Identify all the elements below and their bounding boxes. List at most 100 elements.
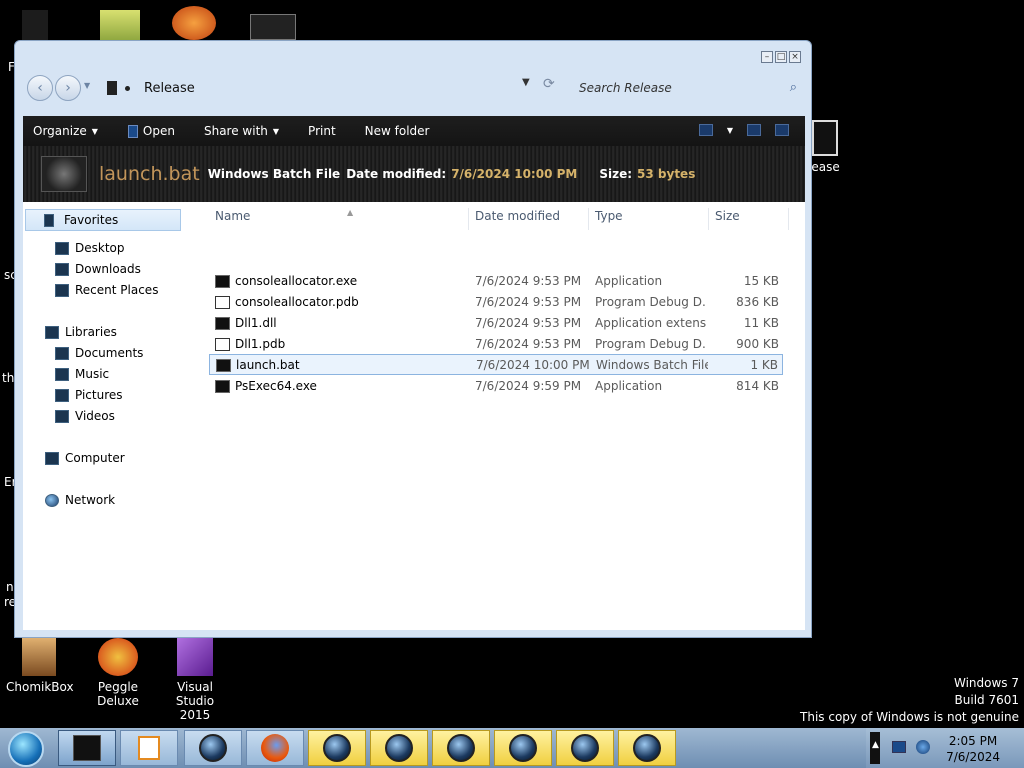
nav-label: Libraries xyxy=(65,325,117,339)
table-row[interactable]: Dll1.dll 7/6/2024 9:53 PM Application ex… xyxy=(209,313,783,334)
refresh-icon[interactable]: ⟳ xyxy=(543,76,555,92)
taskbar-button-app[interactable] xyxy=(308,730,366,766)
nav-label: Downloads xyxy=(75,262,141,276)
taskbar-button-explorer[interactable] xyxy=(58,730,116,766)
preview-pane-icon[interactable] xyxy=(747,124,761,136)
open-label: Open xyxy=(142,124,175,138)
desktop-icon-top-3[interactable] xyxy=(172,6,216,40)
address-path[interactable]: Release xyxy=(144,81,195,96)
videos-icon xyxy=(55,409,69,423)
nav-item-recent-places[interactable]: Recent Places xyxy=(55,283,158,297)
table-row[interactable]: consoleallocator.pdb 7/6/2024 9:53 PM Pr… xyxy=(209,292,783,313)
close-icon[interactable]: × xyxy=(789,51,801,63)
share-with-label: Share with xyxy=(203,124,268,138)
pdb-file-icon xyxy=(215,337,230,351)
desktop-icon-peggle[interactable]: Peggle Deluxe xyxy=(80,638,156,708)
desktop-icon-top-4[interactable] xyxy=(250,14,296,40)
table-row-selected[interactable]: launch.bat 7/6/2024 10:00 PM Windows Bat… xyxy=(209,354,783,375)
app-globe-icon xyxy=(633,734,661,762)
print-button[interactable]: Print xyxy=(308,124,336,138)
column-header-type[interactable]: Type xyxy=(589,208,709,230)
desktop-icon-chomikbox[interactable]: ChomikBox xyxy=(6,638,74,694)
desktop-icon-label: lease xyxy=(808,160,840,174)
nav-item-desktop[interactable]: Desktop xyxy=(55,241,125,255)
nav-item-libraries[interactable]: Libraries xyxy=(45,325,117,339)
nav-item-pictures[interactable]: Pictures xyxy=(55,388,123,402)
nav-label: Network xyxy=(65,493,116,507)
taskbar-button-app[interactable] xyxy=(432,730,490,766)
action-center-icon[interactable] xyxy=(892,741,906,753)
nav-item-favorites[interactable]: Favorites xyxy=(25,209,181,231)
desktop-icon-visual-studio[interactable]: Visual Studio 2015 xyxy=(160,638,230,722)
music-icon xyxy=(55,367,69,381)
firefox-icon xyxy=(261,734,289,762)
file-date: 7/6/2024 9:53 PM xyxy=(475,337,582,351)
open-button[interactable]: Open xyxy=(127,124,175,138)
print-label: Print xyxy=(308,124,336,138)
app-globe-icon xyxy=(447,734,475,762)
libraries-icon xyxy=(45,325,59,339)
content-area: Favorites Desktop Downloads Recent Place… xyxy=(23,202,805,630)
file-name: consoleallocator.pdb xyxy=(235,295,359,309)
desktop-icon-top-2[interactable] xyxy=(100,10,140,40)
nav-item-downloads[interactable]: Downloads xyxy=(55,262,141,276)
release-folder-icon xyxy=(812,120,838,156)
maximize-icon[interactable]: □ xyxy=(775,51,787,63)
file-name-cell: Dll1.pdb xyxy=(215,337,285,351)
desktop-icon-label: Peggle Deluxe xyxy=(97,680,139,708)
new-folder-button[interactable]: New folder xyxy=(365,124,430,138)
desktop-icon-release[interactable]: lease xyxy=(808,120,848,174)
nav-item-music[interactable]: Music xyxy=(55,367,109,381)
change-view-icon[interactable] xyxy=(698,124,713,136)
address-bar[interactable]: Release xyxy=(99,75,539,101)
start-button[interactable] xyxy=(8,731,44,767)
globe-icon xyxy=(199,734,227,762)
taskbar: ▲ 2:05 PM 7/6/2024 xyxy=(0,728,1024,768)
forward-button[interactable]: › xyxy=(55,75,81,101)
file-size: 15 KB xyxy=(743,274,779,288)
file-type: Application extens... xyxy=(595,316,707,330)
organize-button[interactable]: Organize ▼ xyxy=(33,124,98,138)
nav-label: Desktop xyxy=(75,241,125,255)
file-name-cell: consoleallocator.exe xyxy=(215,274,357,288)
show-hidden-icons-icon[interactable]: ▲ xyxy=(872,740,879,750)
file-size: 1 KB xyxy=(750,358,778,372)
new-folder-label: New folder xyxy=(364,124,430,138)
nav-item-network[interactable]: Network xyxy=(45,493,115,507)
taskbar-button-app[interactable] xyxy=(618,730,676,766)
share-with-button[interactable]: Share with ▼ xyxy=(204,124,279,138)
minimize-icon[interactable]: – xyxy=(761,51,773,63)
address-dropdown-icon[interactable]: ▼ xyxy=(522,77,530,88)
taskbar-button-app[interactable] xyxy=(556,730,614,766)
recent-pages-chevron-icon[interactable]: ▼ xyxy=(84,81,90,90)
clock[interactable]: 2:05 PM 7/6/2024 xyxy=(946,733,1000,765)
table-row[interactable]: consoleallocator.exe 7/6/2024 9:53 PM Ap… xyxy=(209,271,783,292)
table-row[interactable]: PsExec64.exe 7/6/2024 9:59 PM Applicatio… xyxy=(209,376,783,397)
taskbar-button-firefox[interactable] xyxy=(246,730,304,766)
back-button[interactable]: ‹ xyxy=(27,75,53,101)
search-icon[interactable]: ⌕ xyxy=(790,80,797,95)
app-globe-icon xyxy=(571,734,599,762)
nav-item-computer[interactable]: Computer xyxy=(45,451,125,465)
desktop-icon-top-1[interactable] xyxy=(22,10,48,40)
nav-item-videos[interactable]: Videos xyxy=(55,409,115,423)
taskbar-button-app[interactable] xyxy=(494,730,552,766)
column-header-name[interactable]: Name ▲ xyxy=(209,208,469,230)
search-box[interactable]: ⌕ xyxy=(571,75,803,101)
nav-item-documents[interactable]: Documents xyxy=(55,346,143,360)
taskbar-button-app[interactable] xyxy=(370,730,428,766)
network-tray-icon[interactable] xyxy=(916,740,930,754)
documents-icon xyxy=(55,346,69,360)
view-controls: ▼ xyxy=(698,124,789,136)
taskbar-button-media-player[interactable] xyxy=(120,730,178,766)
chevron-down-icon[interactable]: ▼ xyxy=(727,126,733,135)
column-label: Date modified xyxy=(475,209,561,223)
column-header-date-modified[interactable]: Date modified xyxy=(469,208,589,230)
exe-file-icon xyxy=(215,274,230,288)
search-input[interactable] xyxy=(579,81,779,95)
table-row[interactable]: Dll1.pdb 7/6/2024 9:53 PM Program Debug … xyxy=(209,334,783,355)
taskbar-button-globe[interactable] xyxy=(184,730,242,766)
help-icon[interactable] xyxy=(775,124,789,136)
nav-label: Videos xyxy=(75,409,115,423)
column-header-size[interactable]: Size xyxy=(709,208,789,230)
